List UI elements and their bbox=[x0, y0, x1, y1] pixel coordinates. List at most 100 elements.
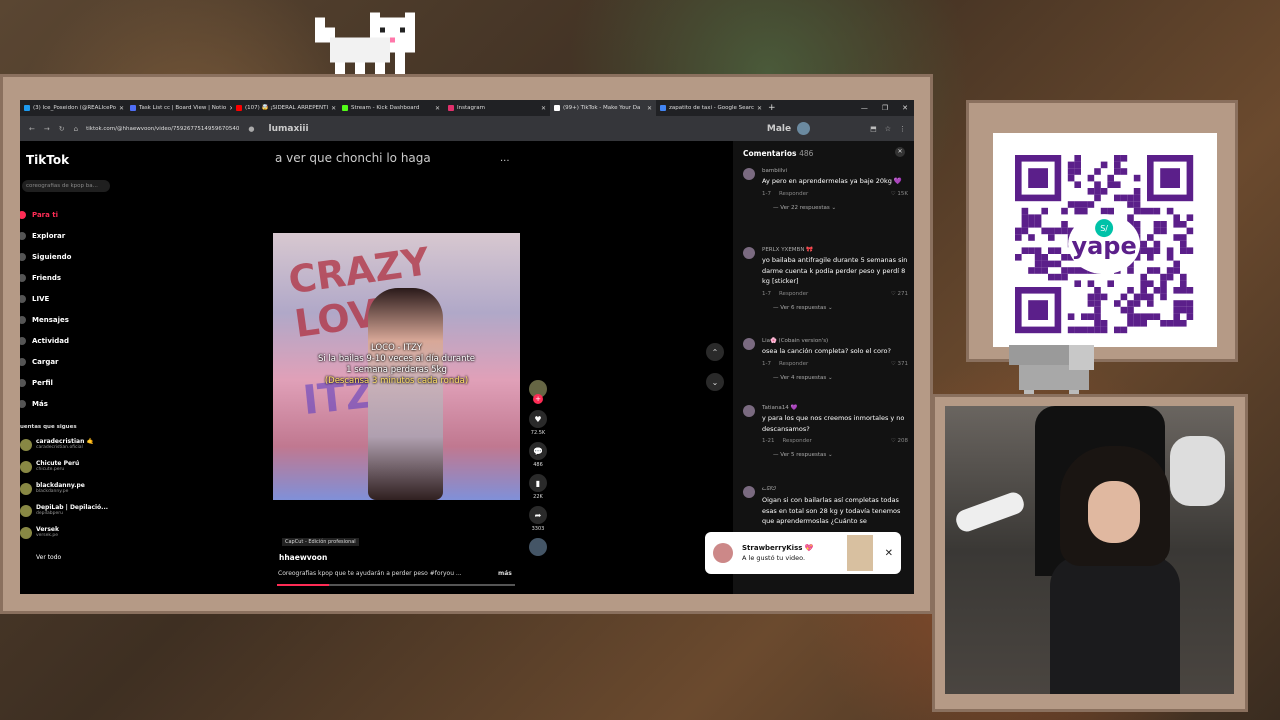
more-link[interactable]: más bbox=[498, 570, 512, 577]
tiktok-logo[interactable]: TikTok bbox=[26, 153, 69, 167]
comment: PERLX YXEMBN 🎀 yo bailaba antifragile dur… bbox=[743, 247, 908, 311]
sidebar-item[interactable]: Actividad bbox=[20, 330, 130, 351]
tab-close-icon[interactable]: ✕ bbox=[541, 105, 546, 112]
notification-thumbnail bbox=[846, 535, 873, 571]
sidebar-item[interactable]: Explorar bbox=[20, 225, 130, 246]
minimize-icon[interactable]: — bbox=[861, 104, 868, 112]
tab-close-icon[interactable]: ✕ bbox=[647, 105, 652, 112]
previous-video-icon[interactable]: ⌃ bbox=[706, 343, 724, 361]
avatar[interactable] bbox=[743, 338, 755, 350]
video-caption-line: Si la bailas 9-10 veces al día durante bbox=[317, 354, 476, 364]
qr-graphic: yapeS/ bbox=[1015, 155, 1194, 334]
view-replies-link[interactable]: — Ver 5 respuestas ⌄ bbox=[773, 452, 908, 458]
follow-plus-icon[interactable]: + bbox=[533, 394, 543, 404]
browser-tab[interactable]: (3) Ice_Poseidon (@REALIcePo ✕ bbox=[20, 100, 126, 116]
browser-tab[interactable]: Instagram ✕ bbox=[444, 100, 550, 116]
followed-account[interactable]: Chicute Perú chicute.peru bbox=[20, 460, 130, 473]
video-author[interactable]: hhaewvoon bbox=[279, 553, 327, 562]
close-icon[interactable]: ✕ bbox=[902, 104, 908, 112]
account-handle: depilabperu bbox=[36, 511, 63, 516]
followed-account[interactable]: caradecristian 🤙 caradecristian.oficial bbox=[20, 438, 130, 451]
reply-button[interactable]: Responder bbox=[779, 361, 808, 367]
sidebar-item[interactable]: Mensajes bbox=[20, 309, 130, 330]
forward-icon[interactable]: → bbox=[44, 125, 50, 133]
more-options-icon[interactable]: ... bbox=[500, 153, 510, 164]
share-icon[interactable]: ➦ bbox=[529, 506, 547, 524]
comment-user[interactable]: ᓚᘏᗢ bbox=[762, 486, 908, 493]
followed-account[interactable]: DepiLab | Depilació... depilabperu bbox=[20, 504, 130, 517]
nav-icon bbox=[20, 336, 26, 345]
notification-text: A le gustó tu video. bbox=[742, 554, 806, 562]
sidebar-item[interactable]: LIVE bbox=[20, 288, 130, 309]
close-comments-icon[interactable]: ✕ bbox=[895, 147, 905, 157]
browser-tab[interactable]: (99+) TikTok - Make Your Da ✕ bbox=[550, 100, 656, 116]
see-all-link[interactable]: Ver todo bbox=[36, 554, 61, 561]
comment-likes[interactable]: ♡ 371 bbox=[891, 361, 908, 367]
comment-text: osea la canción completa? solo el coro? bbox=[762, 347, 891, 355]
reply-button[interactable]: Responder bbox=[782, 438, 811, 444]
followed-account[interactable]: blackdanny.pe blackdanny.pe bbox=[20, 482, 130, 495]
tab-close-icon[interactable]: ✕ bbox=[757, 105, 762, 112]
next-video-icon[interactable]: ⌄ bbox=[706, 373, 724, 391]
video-player[interactable]: CRAZY LOVE ITZY LOCO - ITZY Si la bailas… bbox=[273, 233, 520, 500]
avatar bbox=[20, 438, 32, 451]
reload-icon[interactable]: ↻ bbox=[59, 125, 65, 133]
tab-close-icon[interactable]: ✕ bbox=[119, 105, 124, 112]
browser-tab[interactable]: (107) 🤯 ¡SIDERAL ARREPENTI ✕ bbox=[232, 100, 338, 116]
tab-favicon-icon bbox=[554, 105, 560, 111]
browser-tab[interactable]: Task List cc | Board View | Notio ✕ bbox=[126, 100, 232, 116]
bookmark-icon[interactable]: ▮ bbox=[529, 474, 547, 492]
tab-close-icon[interactable]: ✕ bbox=[331, 105, 336, 112]
comment-likes[interactable]: ♡ 271 bbox=[891, 291, 908, 297]
webcam-feed bbox=[945, 406, 1234, 694]
music-disc-icon[interactable] bbox=[529, 538, 547, 556]
close-notification-icon[interactable]: ✕ bbox=[885, 548, 893, 559]
reply-button[interactable]: Responder bbox=[779, 191, 808, 197]
menu-icon[interactable]: ⋮ bbox=[899, 125, 906, 133]
sidebar-item[interactable]: Para ti bbox=[20, 204, 130, 225]
comment-user[interactable]: Lia🌸 (Cobain version's) bbox=[762, 338, 908, 344]
comments-panel: Comentarios 486 ✕ bambiilvi Ay pero en ap… bbox=[733, 141, 914, 594]
url-field[interactable]: tiktok.com/@hhaewvoon/video/759267751495… bbox=[86, 126, 239, 132]
reply-button[interactable]: Responder bbox=[779, 291, 808, 297]
comment-icon[interactable]: 💬 bbox=[529, 442, 547, 460]
video-caption-line: 1 semana perderas 5kg bbox=[346, 365, 447, 375]
avatar[interactable] bbox=[743, 486, 755, 498]
view-replies-link[interactable]: — Ver 6 respuestas ⌄ bbox=[773, 305, 908, 311]
search-input[interactable]: coreografias de kpop ba... bbox=[22, 180, 110, 192]
nav-icon bbox=[20, 357, 26, 366]
capcut-badge[interactable]: CapCut - Edición profesional bbox=[282, 538, 359, 546]
video-progress-bar[interactable] bbox=[277, 584, 515, 586]
sidebar-item[interactable]: Cargar bbox=[20, 351, 130, 372]
avatar[interactable] bbox=[743, 168, 755, 180]
avatar[interactable] bbox=[743, 247, 755, 259]
comment-likes[interactable]: ♡ 208 bbox=[891, 438, 908, 444]
extension-icon[interactable]: ⬒ bbox=[870, 125, 877, 133]
bookmark-star-icon[interactable]: ☆ bbox=[885, 125, 891, 133]
comment-likes[interactable]: ♡ 15K bbox=[891, 191, 908, 197]
back-icon[interactable]: ← bbox=[29, 125, 35, 133]
sidebar-item[interactable]: Friends bbox=[20, 267, 130, 288]
comment-user[interactable]: bambiilvi bbox=[762, 168, 908, 174]
sidebar-item[interactable]: Siguiendo bbox=[20, 246, 130, 267]
comment-user[interactable]: Tatiana14 💜 bbox=[762, 405, 908, 411]
comment-meta: 1-7 Responder ♡ 371 bbox=[762, 361, 908, 367]
like-notification[interactable]: StrawberryKiss 💖 A le gustó tu video. ✕ bbox=[705, 532, 901, 574]
tab-close-icon[interactable]: ✕ bbox=[435, 105, 440, 112]
new-tab-icon[interactable]: + bbox=[768, 103, 776, 113]
sidebar-item[interactable]: Más bbox=[20, 393, 130, 414]
comment-like-count: 15K bbox=[897, 190, 908, 197]
home-icon[interactable]: ⌂ bbox=[74, 125, 78, 133]
sidebar-item[interactable]: Perfil bbox=[20, 372, 130, 393]
followed-account[interactable]: Versek versek.pe bbox=[20, 526, 130, 539]
browser-tab[interactable]: Stream - Kick Dashboard ✕ bbox=[338, 100, 444, 116]
like-icon[interactable]: ♥ bbox=[529, 410, 547, 428]
restore-icon[interactable]: ❐ bbox=[882, 104, 888, 112]
browser-tab[interactable]: zapatito de taxi - Google Searc ✕ bbox=[656, 100, 762, 116]
view-replies-link[interactable]: — Ver 22 respuestas ⌄ bbox=[773, 205, 908, 211]
avatar[interactable] bbox=[743, 405, 755, 417]
user-icon: ● bbox=[248, 124, 255, 133]
view-replies-link[interactable]: — Ver 4 respuestas ⌄ bbox=[773, 375, 908, 381]
avatar bbox=[20, 526, 32, 539]
comment-user[interactable]: PERLX YXEMBN 🎀 bbox=[762, 247, 908, 253]
